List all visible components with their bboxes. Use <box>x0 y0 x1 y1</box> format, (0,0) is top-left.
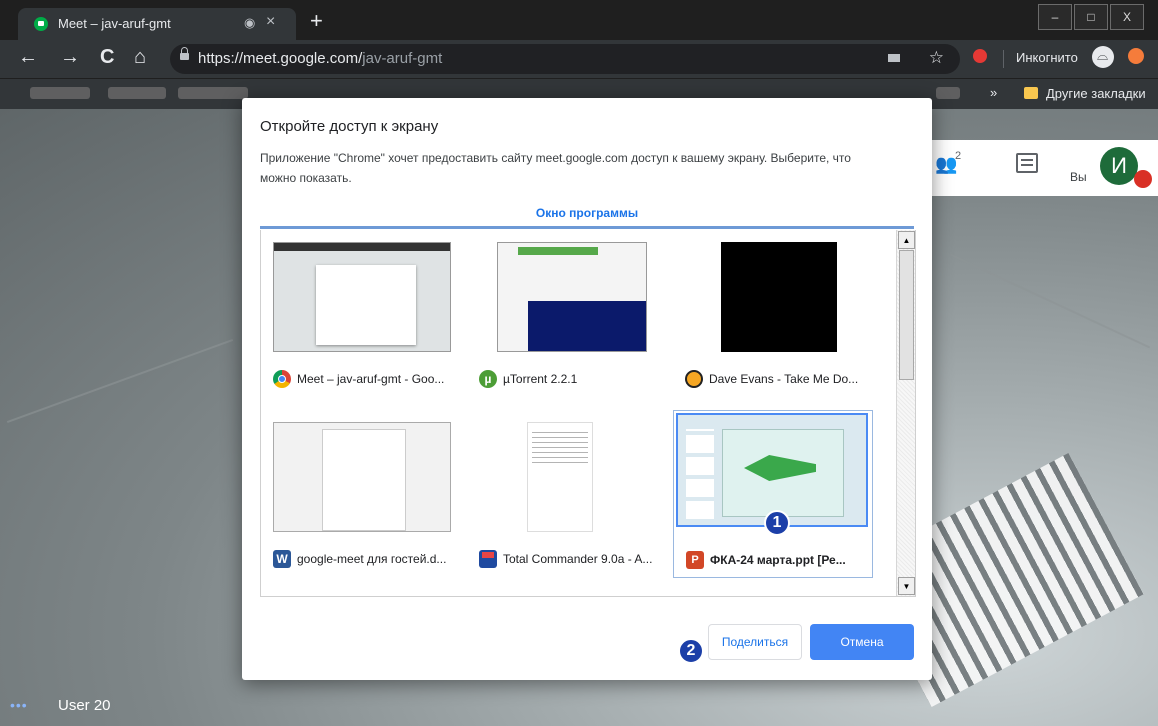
tab-underline <box>260 226 914 229</box>
you-label: Вы <box>1070 170 1087 184</box>
bookmarks-overflow-icon[interactable]: » <box>990 85 997 100</box>
bookmark-item[interactable] <box>178 87 248 99</box>
browser-tab[interactable]: Meet – jav-aruf-gmt ◉ × <box>18 8 296 40</box>
close-window-button[interactable]: X <box>1110 4 1144 30</box>
chrome-icon <box>273 370 291 388</box>
dialog-title: Откройте доступ к экрану <box>260 118 439 135</box>
window-item-selected[interactable]: P ФКА-24 марта.ppt [Ре... <box>673 410 873 578</box>
forward-icon[interactable]: → <box>60 46 80 69</box>
tab-close-icon[interactable]: × <box>266 13 275 31</box>
window-label: µTorrent 2.2.1 <box>503 372 578 386</box>
window-item[interactable]: W google-meet для гостей.d... <box>261 410 461 578</box>
window-thumbnail <box>497 242 647 352</box>
bookmark-item[interactable] <box>936 87 960 99</box>
title-bar: Meet – jav-aruf-gmt ◉ × + – □ X <box>0 0 1158 40</box>
home-icon[interactable]: ⌂ <box>134 46 146 69</box>
avatar[interactable]: И <box>1100 147 1138 185</box>
total-commander-icon <box>479 550 497 568</box>
scrollbar-thumb[interactable] <box>899 250 914 380</box>
scroll-down-icon[interactable]: ▼ <box>898 577 915 595</box>
window-label: Meet – jav-aruf-gmt - Goo... <box>297 372 445 386</box>
window-item[interactable]: Dave Evans - Take Me Do... <box>673 230 873 398</box>
cancel-button[interactable]: Отмена <box>810 624 914 660</box>
incognito-label: Инкогнито <box>1016 50 1078 65</box>
share-button[interactable]: Поделиться <box>708 624 802 660</box>
tab-recording-icon: ◉ <box>244 15 256 30</box>
tab-title: Meet – jav-aruf-gmt <box>58 16 171 31</box>
lock-icon[interactable] <box>180 47 189 60</box>
window-label: ФКА-24 марта.ppt [Ре... <box>710 553 846 567</box>
meet-favicon-icon <box>34 17 48 31</box>
more-options-icon[interactable]: ••• <box>10 697 28 713</box>
participants-count: 2 <box>955 150 962 162</box>
other-bookmarks[interactable]: Другие закладки <box>1046 86 1146 101</box>
new-tab-icon[interactable]: + <box>310 8 323 34</box>
maximize-button[interactable]: □ <box>1074 4 1108 30</box>
window-thumbnail <box>527 422 593 532</box>
share-screen-dialog: Откройте доступ к экрану Приложение "Chr… <box>242 98 932 680</box>
window-thumbnail <box>721 242 837 352</box>
window-thumbnail <box>273 422 451 532</box>
participant-name: User 20 <box>58 697 111 714</box>
dialog-description: Приложение "Chrome" хочет предоставить с… <box>260 151 851 185</box>
folder-icon <box>1024 87 1038 99</box>
vlc-icon <box>685 370 703 388</box>
url-text: https://meet.google.com/jav-aruf-gmt <box>198 50 443 67</box>
window-list: Meet – jav-aruf-gmt - Goo... µ µTorrent … <box>260 230 916 597</box>
camera-icon[interactable] <box>888 54 900 62</box>
extension-icon[interactable] <box>973 49 987 63</box>
powerpoint-icon: P <box>686 551 704 569</box>
step-badge-1: 1 <box>764 510 790 536</box>
toolbar-divider <box>1003 50 1004 68</box>
window-item[interactable]: Meet – jav-aruf-gmt - Goo... <box>261 230 461 398</box>
bookmark-item[interactable] <box>108 87 166 99</box>
window-controls: – □ X <box>1036 4 1144 30</box>
window-label: Total Commander 9.0a - A... <box>503 552 653 566</box>
back-icon[interactable]: ← <box>18 46 38 69</box>
window-label: Dave Evans - Take Me Do... <box>709 372 859 386</box>
mic-off-icon <box>1134 170 1152 188</box>
chat-icon[interactable] <box>1016 153 1038 173</box>
tab-application-window[interactable]: Окно программы <box>242 206 932 220</box>
incognito-icon[interactable] <box>1092 46 1114 68</box>
window-label: google-meet для гостей.d... <box>297 552 447 566</box>
scroll-up-icon[interactable]: ▲ <box>898 231 915 249</box>
word-icon: W <box>273 550 291 568</box>
window-item[interactable]: Total Commander 9.0a - A... <box>467 410 667 578</box>
profile-menu-icon[interactable] <box>1128 48 1144 64</box>
scrollbar[interactable]: ▲ ▼ <box>896 230 915 596</box>
step-badge-2: 2 <box>678 638 704 664</box>
bookmark-star-icon[interactable]: ☆ <box>929 48 944 68</box>
window-item[interactable]: µ µTorrent 2.2.1 <box>467 230 667 398</box>
bookmark-item[interactable] <box>30 87 90 99</box>
address-bar[interactable]: https://meet.google.com/jav-aruf-gmt ☆ <box>170 44 960 74</box>
minimize-button[interactable]: – <box>1038 4 1072 30</box>
window-thumbnail <box>273 242 451 352</box>
utorrent-icon: µ <box>479 370 497 388</box>
reload-icon[interactable]: C <box>100 46 114 69</box>
